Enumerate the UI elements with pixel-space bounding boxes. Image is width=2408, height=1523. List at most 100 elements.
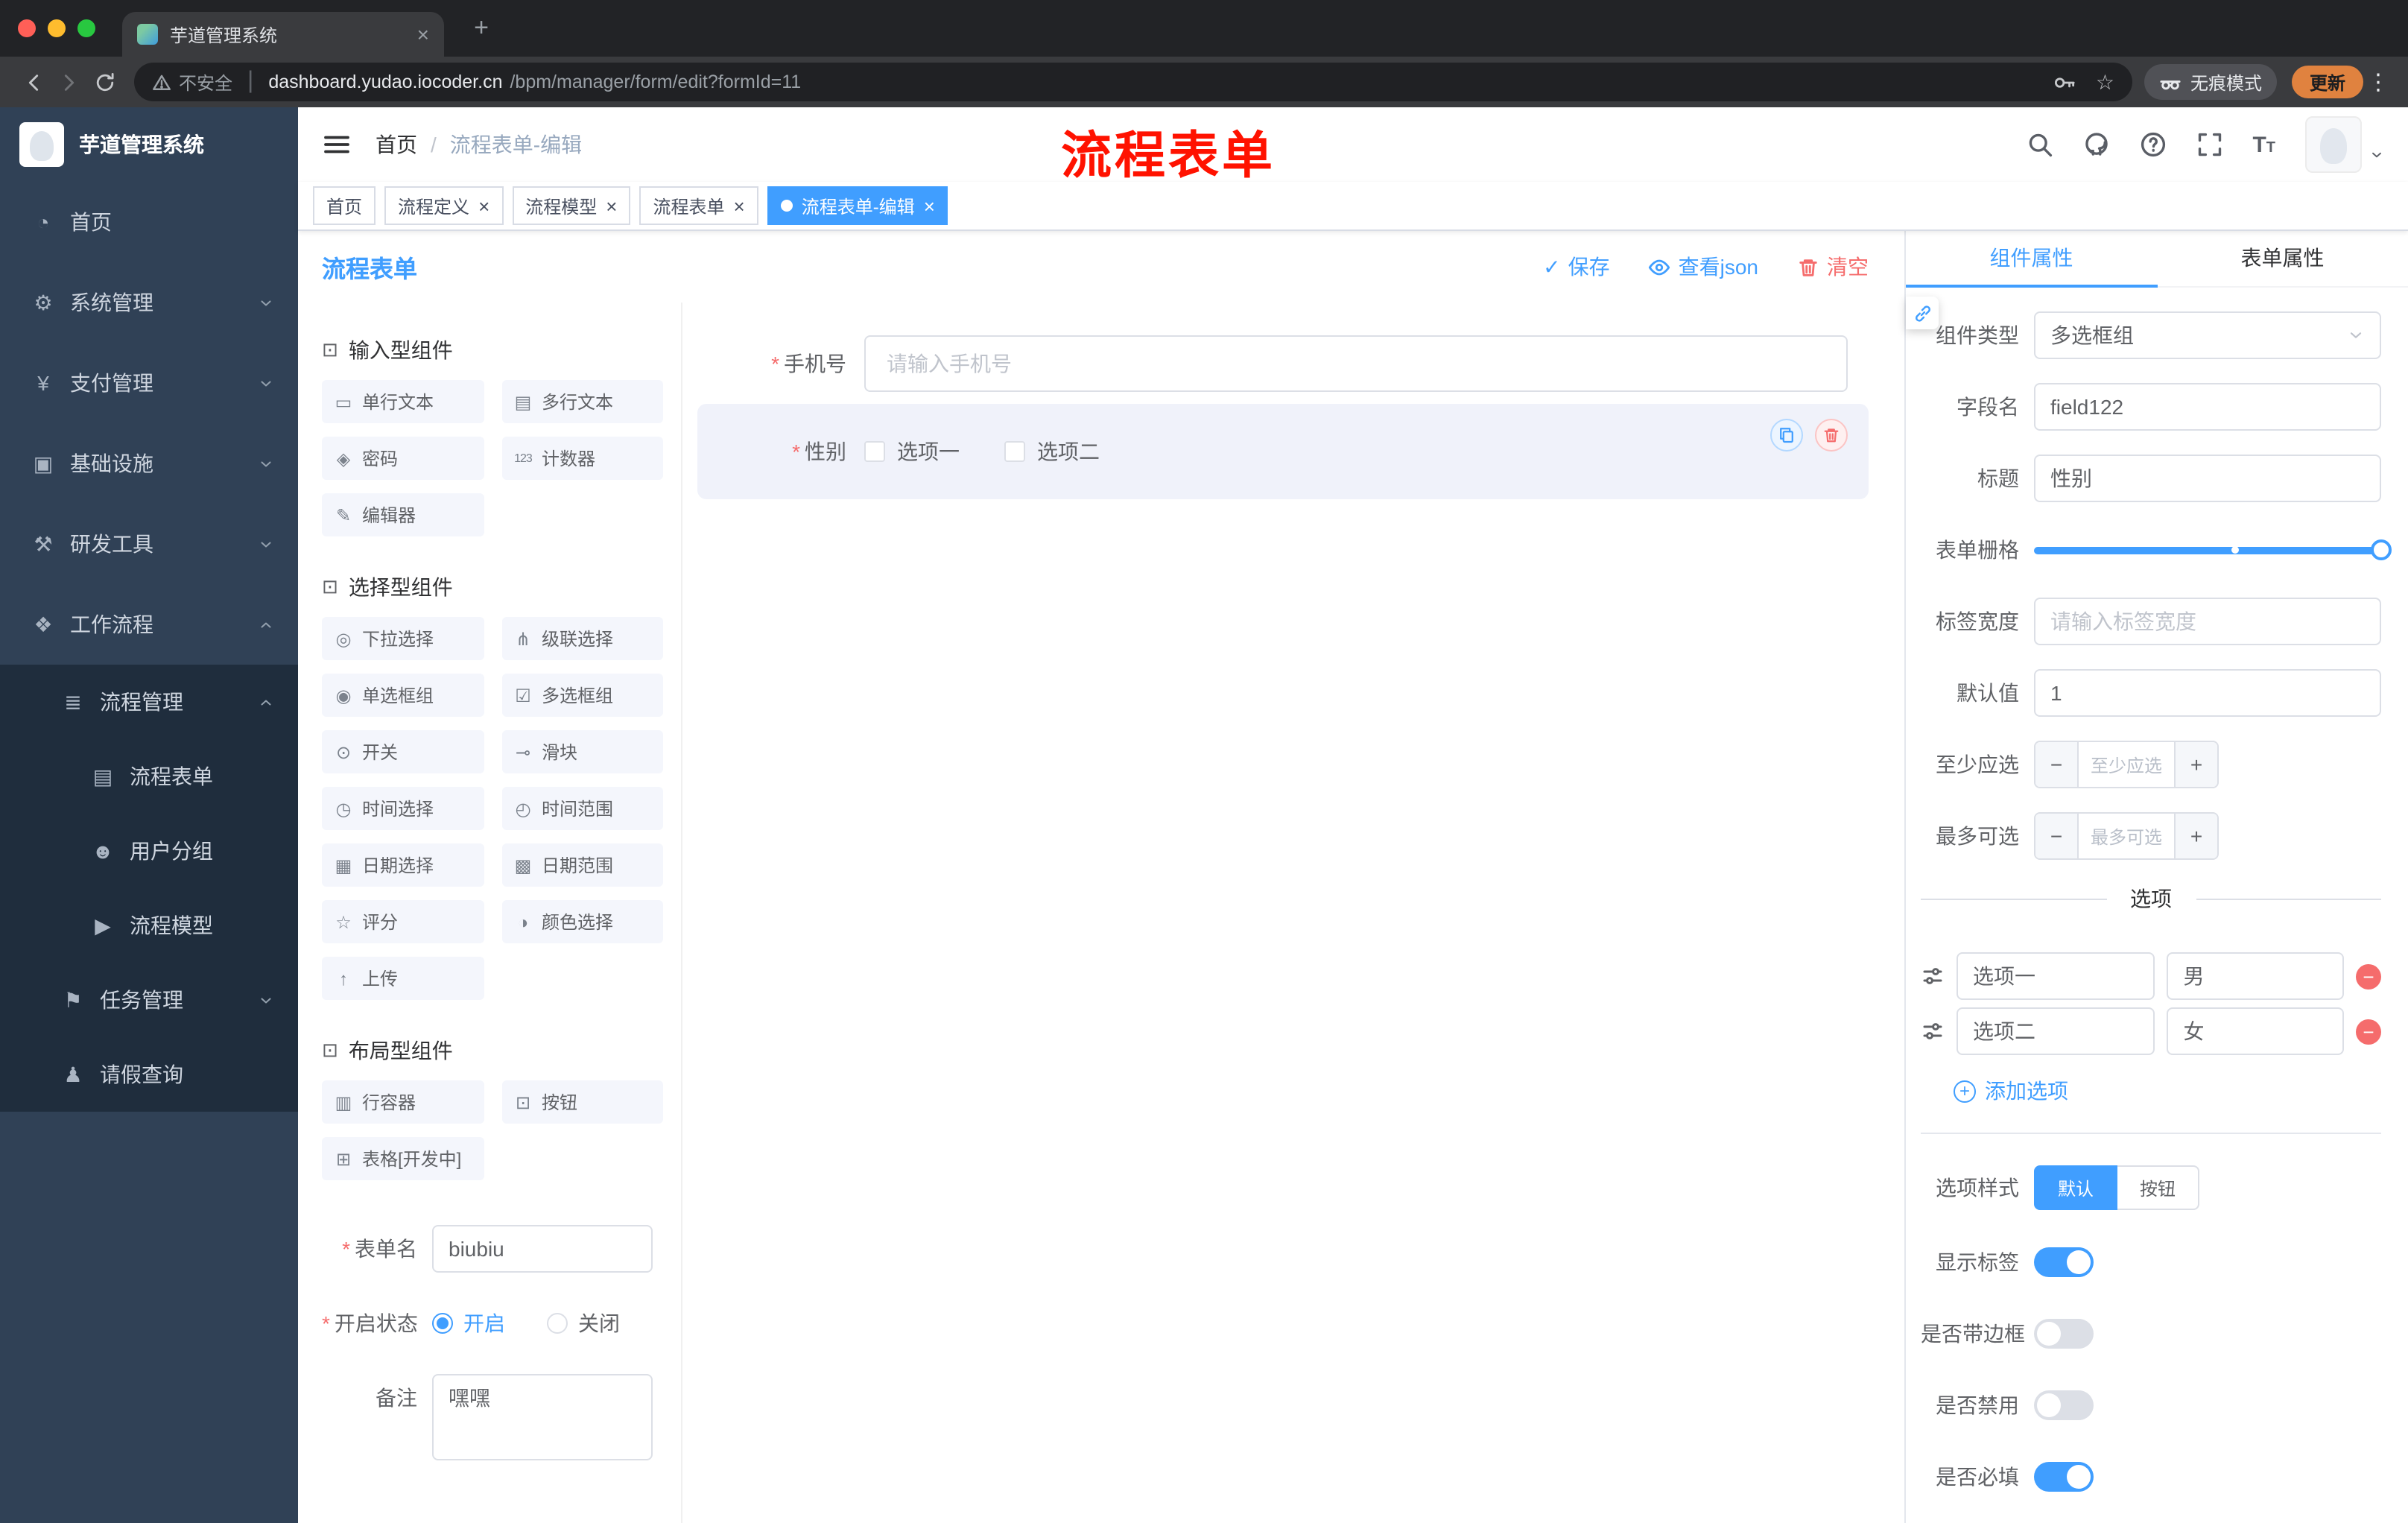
default-value-input[interactable]	[2034, 669, 2381, 717]
sidebar-item-dev-tools[interactable]: ⚒ 研发工具	[0, 504, 298, 584]
palette-item[interactable]: ◉ 单选框组	[322, 674, 484, 717]
stepper-placeholder[interactable]: 最多可选	[2079, 814, 2174, 858]
sidebar-item-home[interactable]: ◔ 首页	[0, 182, 298, 262]
sidebar-item-workflow[interactable]: ❖ 工作流程	[0, 584, 298, 665]
close-icon[interactable]: ×	[606, 196, 617, 215]
user-menu[interactable]	[2305, 116, 2384, 173]
palette-item[interactable]: 123 计数器	[501, 437, 663, 480]
radio-closed[interactable]: 关闭	[547, 1308, 620, 1338]
checkbox-option-2[interactable]: 选项二	[1004, 437, 1100, 466]
reload-button[interactable]	[86, 64, 122, 100]
back-button[interactable]	[15, 64, 51, 100]
palette-item[interactable]: ⊞ 表格[开发中]	[322, 1137, 484, 1180]
palette-item[interactable]: ◴ 时间范围	[501, 787, 663, 830]
title-input[interactable]	[2034, 455, 2381, 502]
palette-item[interactable]: ↑ 上传	[322, 957, 484, 1000]
kebab-menu-icon[interactable]: ⋮	[2363, 69, 2393, 95]
delete-component-button[interactable]	[1815, 419, 1848, 452]
component-type-select[interactable]: 多选框组	[2034, 311, 2381, 359]
help-icon[interactable]	[2139, 131, 2166, 158]
remark-textarea[interactable]: 嘿嘿	[432, 1374, 653, 1460]
bordered-switch[interactable]	[2034, 1319, 2094, 1349]
search-icon[interactable]	[2026, 131, 2053, 158]
tab-form-props[interactable]: 表单属性	[2157, 231, 2408, 288]
github-icon[interactable]	[2082, 131, 2109, 158]
increase-button[interactable]: +	[2174, 814, 2217, 858]
close-icon[interactable]: ×	[478, 196, 489, 215]
zoom-window-button[interactable]	[77, 19, 95, 37]
palette-item[interactable]: ▥ 行容器	[322, 1080, 484, 1124]
sidebar-item-process-model[interactable]: ▶ 流程模型	[0, 888, 298, 963]
decrease-button[interactable]: −	[2035, 814, 2079, 858]
checkbox-box[interactable]	[864, 441, 885, 462]
key-icon[interactable]	[2054, 71, 2076, 93]
form-canvas[interactable]: *手机号 *性别 选项一 选项二	[682, 303, 1904, 1523]
tag-process-form-edit[interactable]: 流程表单-编辑 ×	[767, 186, 948, 225]
close-icon[interactable]: ×	[924, 196, 935, 215]
close-icon[interactable]: ×	[734, 196, 745, 215]
palette-item[interactable]: ◑ 颜色选择	[501, 900, 663, 943]
disabled-switch[interactable]	[2034, 1390, 2094, 1420]
palette-item[interactable]: ◷ 时间选择	[322, 787, 484, 830]
palette-item[interactable]: ◈ 密码	[322, 437, 484, 480]
add-option-button[interactable]: + 添加选项	[1954, 1076, 2381, 1106]
hamburger-icon[interactable]	[322, 130, 352, 159]
option-name-input[interactable]	[1956, 1007, 2155, 1055]
palette-item[interactable]: ✎ 编辑器	[322, 493, 484, 536]
form-grid-slider[interactable]	[2034, 526, 2392, 574]
palette-item[interactable]: ▩ 日期范围	[501, 843, 663, 887]
option-style-segment-1[interactable]: 按钮	[2117, 1165, 2200, 1210]
palette-item[interactable]: ⊸ 滑块	[501, 730, 663, 773]
sidebar-item-task-mgmt[interactable]: ⚑ 任务管理	[0, 963, 298, 1037]
stepper-placeholder[interactable]: 至少应选	[2079, 742, 2174, 787]
address-bar[interactable]: 不安全 | dashboard.yudao.iocoder.cn /bpm/ma…	[134, 63, 2132, 101]
close-window-button[interactable]	[18, 19, 36, 37]
sidebar-item-system-mgmt[interactable]: ⚙ 系统管理	[0, 262, 298, 343]
app-logo[interactable]: 芋道管理系统	[0, 107, 298, 182]
star-icon[interactable]: ☆	[2096, 72, 2114, 92]
palette-item[interactable]: ☑ 多选框组	[501, 674, 663, 717]
palette-item[interactable]: ▤ 多行文本	[501, 380, 663, 423]
checkbox-option-1[interactable]: 选项一	[864, 437, 960, 466]
sidebar-item-infrastructure[interactable]: ▣ 基础设施	[0, 423, 298, 504]
option-value-input[interactable]	[2167, 952, 2344, 1000]
sidebar-item-process-form[interactable]: ▤ 流程表单	[0, 739, 298, 814]
new-tab-button[interactable]: +	[462, 9, 501, 48]
tag-process-form[interactable]: 流程表单 ×	[639, 186, 758, 225]
sidebar-item-process-mgmt[interactable]: ≣ 流程管理	[0, 665, 298, 739]
clear-button[interactable]: 清空	[1797, 252, 1869, 282]
palette-item[interactable]: ☆ 评分	[322, 900, 484, 943]
link-icon[interactable]	[1906, 297, 1939, 329]
option-style-segment-0[interactable]: 默认	[2034, 1165, 2118, 1210]
field-gender-selected[interactable]: * 性别 选项一 选项二	[697, 404, 1869, 499]
field-phone[interactable]: * 手机号	[697, 335, 1869, 392]
avatar[interactable]	[2305, 116, 2362, 173]
save-button[interactable]: ✓ 保存	[1543, 252, 1609, 282]
slider-handle[interactable]	[2371, 539, 2392, 560]
tag-process-definition[interactable]: 流程定义 ×	[384, 186, 504, 225]
phone-input[interactable]	[864, 335, 1848, 392]
font-size-icon[interactable]: TT	[2252, 133, 2275, 156]
option-name-input[interactable]	[1956, 952, 2155, 1000]
form-name-input[interactable]	[432, 1225, 653, 1273]
security-status[interactable]: 不安全	[152, 69, 232, 95]
palette-item[interactable]: ⊙ 开关	[322, 730, 484, 773]
checkbox-box[interactable]	[1004, 441, 1025, 462]
sidebar-item-user-group[interactable]: ☻ 用户分组	[0, 814, 298, 888]
palette-item[interactable]: ▦ 日期选择	[322, 843, 484, 887]
tag-home[interactable]: 首页	[313, 186, 376, 225]
remove-option-icon[interactable]: −	[2356, 963, 2381, 989]
copy-component-button[interactable]	[1770, 419, 1803, 452]
minimize-window-button[interactable]	[48, 19, 66, 37]
tab-component-props[interactable]: 组件属性	[1906, 231, 2157, 288]
forward-button[interactable]	[51, 64, 86, 100]
increase-button[interactable]: +	[2174, 742, 2217, 787]
sidebar-item-payment-mgmt[interactable]: ¥ 支付管理	[0, 343, 298, 423]
palette-item[interactable]: ◎ 下拉选择	[322, 617, 484, 660]
fullscreen-icon[interactable]	[2196, 131, 2222, 158]
required-switch[interactable]	[2034, 1462, 2094, 1492]
close-tab-icon[interactable]: ×	[417, 24, 429, 45]
decrease-button[interactable]: −	[2035, 742, 2079, 787]
show-label-switch[interactable]	[2034, 1247, 2094, 1277]
field-name-input[interactable]	[2034, 383, 2381, 431]
